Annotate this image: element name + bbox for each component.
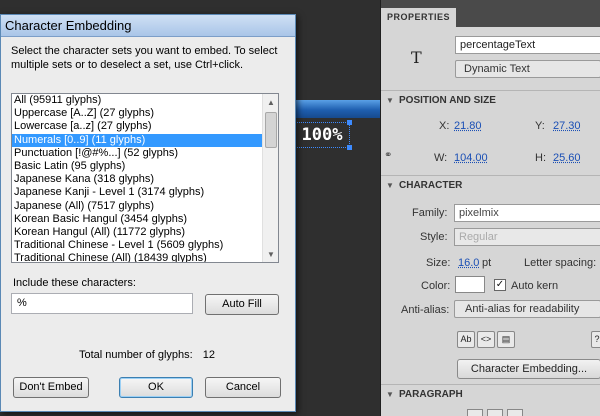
list-item[interactable]: Basic Latin (95 glyphs): [12, 160, 278, 173]
show-border-icon[interactable]: ▤: [497, 331, 515, 348]
list-scrollbar[interactable]: ▲ ▼: [262, 94, 278, 262]
x-value[interactable]: 21.80: [454, 120, 482, 132]
style-label: Style:: [420, 231, 448, 243]
include-characters-label: Include these characters:: [13, 277, 136, 289]
help-icon[interactable]: ?: [591, 331, 600, 348]
list-item[interactable]: Japanese Kanji - Level 1 (3174 glyphs): [12, 186, 278, 199]
dialog-instructions: Select the character sets you want to em…: [11, 45, 278, 71]
auto-kern-checkbox[interactable]: ✓: [494, 279, 506, 291]
tab-properties[interactable]: PROPERTIES: [381, 8, 457, 27]
render-html-icon[interactable]: <>: [477, 331, 495, 348]
y-label: Y:: [535, 120, 545, 132]
anti-alias-label: Anti-alias:: [401, 304, 450, 316]
h-value[interactable]: 25.60: [553, 152, 581, 164]
total-glyphs-value: 12: [202, 349, 215, 361]
total-glyphs-label: Total number of glyphs:: [79, 349, 193, 361]
include-characters-input[interactable]: %: [11, 293, 193, 314]
size-unit: pt: [482, 257, 492, 269]
section-title: POSITION AND SIZE: [399, 95, 496, 106]
panel-tab-bar: PROPERTIES: [381, 0, 600, 27]
section-title: CHARACTER: [399, 180, 463, 191]
selection-handle[interactable]: [347, 120, 352, 125]
align-right-icon[interactable]: [507, 409, 523, 416]
align-left-icon[interactable]: [467, 409, 483, 416]
collapse-icon: ▼: [386, 390, 394, 399]
glyph-set-list[interactable]: All (95911 glyphs) Uppercase [A..Z] (27 …: [11, 93, 279, 263]
y-value[interactable]: 27.30: [553, 120, 581, 132]
size-label: Size:: [426, 257, 451, 269]
list-item[interactable]: All (95911 glyphs): [12, 94, 278, 107]
ok-button[interactable]: OK: [119, 377, 193, 398]
text-tool-icon: T: [411, 48, 422, 67]
list-item[interactable]: Lowercase [a..z] (27 glyphs): [12, 120, 278, 133]
instance-name-input[interactable]: percentageText: [455, 36, 600, 54]
scroll-up-icon[interactable]: ▲: [263, 94, 278, 110]
total-glyphs: Total number of glyphs: 12: [79, 349, 215, 361]
list-item[interactable]: Korean Basic Hangul (3454 glyphs): [12, 213, 278, 226]
progress-bar-graphic[interactable]: [296, 100, 380, 118]
text-color-swatch[interactable]: [455, 276, 485, 293]
w-label: W:: [434, 152, 448, 164]
font-family-field[interactable]: pixelmix: [454, 204, 600, 222]
section-character[interactable]: ▼ CHARACTER: [381, 175, 600, 195]
color-label: Color:: [421, 280, 451, 292]
list-item[interactable]: Korean Hangul (All) (11772 glyphs): [12, 226, 278, 239]
list-item[interactable]: Numerals [0..9] (11 glyphs): [12, 133, 278, 147]
selectable-text-icon[interactable]: Ab: [457, 331, 475, 348]
dialog-title: Character Embedding: [1, 15, 295, 37]
selection-handle[interactable]: [347, 145, 352, 150]
list-item[interactable]: Traditional Chinese - Level 1 (5609 glyp…: [12, 239, 278, 252]
section-title: PARAGRAPH: [399, 389, 463, 400]
list-item[interactable]: Japanese (All) (7517 glyphs): [12, 200, 278, 213]
x-label: X:: [439, 120, 450, 132]
section-paragraph[interactable]: ▼ PARAGRAPH: [381, 384, 600, 404]
h-label: H:: [535, 152, 546, 164]
collapse-icon: ▼: [386, 181, 394, 190]
cancel-button[interactable]: Cancel: [205, 377, 281, 398]
auto-fill-button[interactable]: Auto Fill: [205, 294, 279, 315]
anti-alias-dropdown[interactable]: Anti-alias for readability: [454, 300, 600, 318]
character-embedding-button[interactable]: Character Embedding...: [457, 359, 600, 379]
list-item[interactable]: Japanese Kana (318 glyphs): [12, 173, 278, 186]
character-embedding-dialog: Character Embedding Select the character…: [0, 14, 296, 412]
font-style-dropdown[interactable]: Regular: [454, 228, 600, 246]
align-center-icon[interactable]: [487, 409, 503, 416]
stage-text-field[interactable]: 100%: [294, 122, 350, 148]
family-label: Family:: [412, 207, 448, 219]
dont-embed-button[interactable]: Don't Embed: [13, 377, 89, 398]
collapse-icon: ▼: [386, 96, 394, 105]
auto-kern-label: Auto kern: [511, 280, 559, 292]
w-value[interactable]: 104.00: [454, 152, 488, 164]
properties-panel: PROPERTIES T percentageText Dynamic Text…: [380, 0, 600, 416]
list-item[interactable]: Uppercase [A..Z] (27 glyphs): [12, 107, 278, 120]
text-type-dropdown[interactable]: Dynamic Text: [455, 60, 600, 78]
letter-spacing-label: Letter spacing:: [524, 257, 597, 269]
list-item[interactable]: Traditional Chinese (All) (18439 glyphs): [12, 252, 278, 262]
scroll-down-icon[interactable]: ▼: [263, 246, 278, 262]
list-item[interactable]: Punctuation [!@#%...] (52 glyphs): [12, 147, 278, 160]
lock-proportions-icon[interactable]: ⚭: [384, 150, 392, 161]
size-value[interactable]: 16.0: [458, 257, 479, 269]
scrollbar-thumb[interactable]: [265, 112, 277, 148]
section-position-size[interactable]: ▼ POSITION AND SIZE: [381, 90, 600, 110]
